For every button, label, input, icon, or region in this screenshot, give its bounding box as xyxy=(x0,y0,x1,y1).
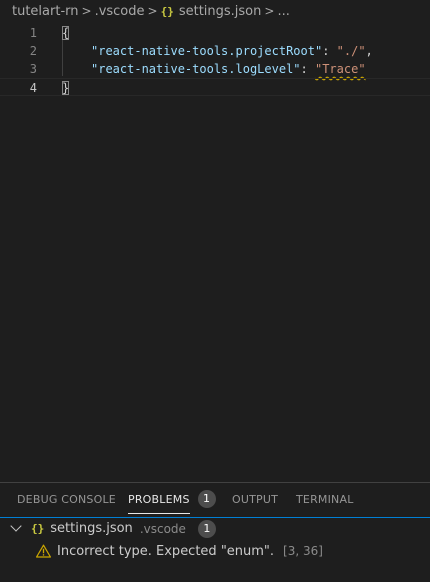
problem-item[interactable]: Incorrect type. Expected "enum". [3, 36] xyxy=(0,540,430,562)
code-editor[interactable]: 1 { 2 "react-native-tools.projectRoot": … xyxy=(0,22,430,482)
tab-label: TERMINAL xyxy=(296,493,354,506)
line-content: { xyxy=(62,24,70,42)
tab-problems[interactable]: PROBLEMS 1 xyxy=(128,483,216,517)
code-line-current[interactable]: 4 } xyxy=(0,78,430,96)
tab-output[interactable]: OUTPUT xyxy=(232,483,278,517)
tab-label: PROBLEMS xyxy=(128,493,190,506)
problems-count-badge: 1 xyxy=(197,490,216,508)
json-string-value: "./" xyxy=(336,44,366,58)
json-colon: : xyxy=(322,44,337,58)
breadcrumb-item-symbols[interactable]: ... xyxy=(277,4,289,19)
chevron-down-icon[interactable] xyxy=(10,519,22,532)
problem-file-dir: .vscode xyxy=(139,521,186,536)
close-brace: } xyxy=(62,81,70,95)
json-file-icon: {} xyxy=(160,4,174,18)
problem-file-count-badge: 1 xyxy=(197,519,216,538)
problem-file-name: settings.json xyxy=(50,521,133,536)
tab-label: DEBUG CONSOLE xyxy=(17,493,116,506)
json-comma: , xyxy=(365,44,373,58)
breadcrumb: tutelart-rn > .vscode > {} settings.json… xyxy=(0,0,430,22)
line-number: 1 xyxy=(29,26,37,40)
code-line[interactable]: 2 "react-native-tools.projectRoot": "./"… xyxy=(0,42,430,60)
tab-debug-console[interactable]: DEBUG CONSOLE xyxy=(17,483,116,517)
line-number: 3 xyxy=(29,62,37,76)
code-line[interactable]: 3 "react-native-tools.logLevel": "Trace" xyxy=(0,60,430,78)
line-number: 2 xyxy=(29,44,37,58)
json-key: "react-native-tools.logLevel" xyxy=(91,62,301,76)
breadcrumb-item-project[interactable]: tutelart-rn xyxy=(12,4,79,19)
problem-message: Incorrect type. Expected "enum". xyxy=(57,543,275,559)
json-string-value-warning[interactable]: "Trace" xyxy=(315,62,366,76)
vscode-window: tutelart-rn > .vscode > {} settings.json… xyxy=(0,0,430,582)
json-colon: : xyxy=(300,62,315,76)
line-content: "react-native-tools.projectRoot": "./", xyxy=(91,42,373,60)
line-content: } xyxy=(62,79,70,97)
breadcrumb-item-file[interactable]: settings.json xyxy=(179,4,262,19)
chevron-right-icon: > xyxy=(81,4,92,18)
active-tab-indicator xyxy=(128,513,190,514)
problem-position: [3, 36] xyxy=(283,544,323,558)
panel-tabs: DEBUG CONSOLE PROBLEMS 1 OUTPUT TERMINAL xyxy=(0,483,430,517)
tab-label: OUTPUT xyxy=(232,493,279,506)
json-key: "react-native-tools.projectRoot" xyxy=(91,44,323,58)
line-number: 4 xyxy=(29,81,37,95)
breadcrumb-item-folder[interactable]: .vscode xyxy=(95,4,145,19)
line-content: "react-native-tools.logLevel": "Trace" xyxy=(91,60,366,78)
problem-file-row[interactable]: {} settings.json .vscode 1 xyxy=(0,517,430,539)
chevron-right-icon: > xyxy=(264,4,275,18)
code-line[interactable]: 1 { xyxy=(0,24,430,42)
chevron-right-icon: > xyxy=(147,4,158,18)
warning-icon xyxy=(36,544,51,558)
json-file-icon: {} xyxy=(31,522,45,535)
tab-terminal[interactable]: TERMINAL xyxy=(296,483,354,517)
bottom-panel: DEBUG CONSOLE PROBLEMS 1 OUTPUT TERMINAL … xyxy=(0,482,430,582)
open-brace: { xyxy=(62,26,70,40)
